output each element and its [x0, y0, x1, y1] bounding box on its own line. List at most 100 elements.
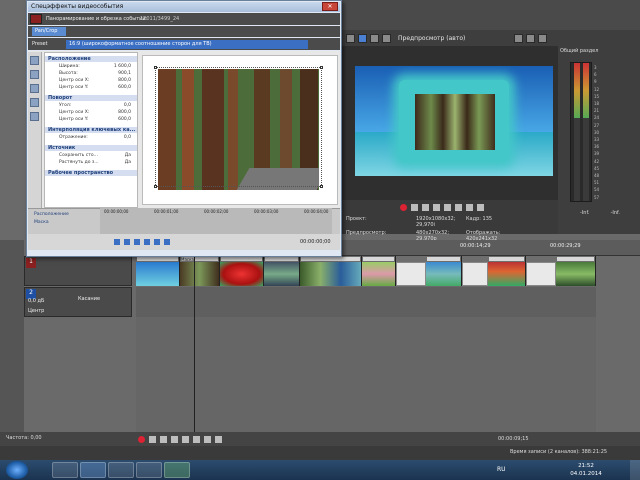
- property-section-header[interactable]: Источник: [45, 145, 137, 151]
- system-clock[interactable]: 21:52 04.01.2014: [566, 462, 606, 478]
- preset-dropdown[interactable]: 16:9 (широкоформатное соотношение сторон…: [66, 40, 308, 49]
- fx-chain-icon[interactable]: [30, 14, 42, 24]
- crop-handle[interactable]: [320, 185, 323, 188]
- delete-keyframe-button[interactable]: [144, 239, 150, 245]
- crop-handle[interactable]: [154, 66, 157, 69]
- property-row[interactable]: Угол: 0,0: [45, 103, 137, 109]
- pause-button[interactable]: [182, 435, 189, 443]
- audio-pan[interactable]: Центр: [28, 308, 44, 314]
- loop-button[interactable]: [411, 203, 418, 211]
- record-button[interactable]: [138, 435, 145, 443]
- property-row[interactable]: Центр оси Y: 600,0: [45, 85, 137, 91]
- media-player-taskbar-icon[interactable]: [80, 462, 106, 478]
- lock-aspect-icon[interactable]: [30, 84, 39, 93]
- property-value[interactable]: 800,0: [118, 78, 131, 84]
- video-clip[interactable]: [556, 256, 596, 286]
- grid-icon[interactable]: [538, 33, 548, 43]
- close-button[interactable]: ✕: [322, 2, 338, 11]
- property-row[interactable]: Центр оси X: 800,0: [45, 110, 137, 116]
- stop-button[interactable]: [455, 203, 462, 211]
- normal-edit-tool-icon[interactable]: [30, 56, 39, 65]
- crop-frame[interactable]: [154, 66, 323, 188]
- transition[interactable]: [462, 262, 488, 286]
- record-button[interactable]: [400, 203, 407, 211]
- video-clip[interactable]: [426, 256, 462, 286]
- crop-handle[interactable]: [320, 66, 323, 69]
- keyframe-ruler[interactable]: 00:00:00;00 00:00:01;00 00:00:02;00 00:00:0…: [100, 208, 332, 234]
- automation-mode-dropdown[interactable]: Касание: [78, 296, 100, 302]
- timeline-empty-area[interactable]: [136, 317, 596, 432]
- property-value[interactable]: 0,0: [124, 103, 131, 109]
- properties-icon[interactable]: [346, 33, 355, 43]
- add-keyframe-button[interactable]: [134, 239, 140, 245]
- go-end-button[interactable]: [215, 435, 222, 443]
- property-section-header[interactable]: Интерполяция ключевых ка...: [45, 127, 137, 133]
- property-row[interactable]: Высота: 900,1: [45, 71, 137, 77]
- snapshot-icon[interactable]: [514, 33, 524, 43]
- start-button[interactable]: [6, 461, 28, 479]
- tab-pan-crop[interactable]: Pan/Crop: [32, 27, 66, 36]
- play-button[interactable]: [433, 203, 440, 211]
- go-start-button[interactable]: [204, 435, 211, 443]
- property-value[interactable]: 600,0: [118, 85, 131, 91]
- video-clip[interactable]: Маска: [180, 256, 220, 286]
- show-properties-icon[interactable]: [30, 70, 39, 79]
- property-section-header[interactable]: Поворот: [45, 95, 137, 101]
- audio-track[interactable]: [136, 287, 596, 317]
- loop-button[interactable]: [149, 435, 156, 443]
- property-value[interactable]: Да: [125, 153, 131, 159]
- copy-snapshot-icon[interactable]: [526, 33, 536, 43]
- keyframe-row-mask[interactable]: Маска: [34, 220, 69, 225]
- property-value[interactable]: 1 600,0: [114, 64, 131, 70]
- property-section-header[interactable]: Расположение: [45, 56, 137, 62]
- external-monitor-icon[interactable]: [358, 33, 367, 43]
- property-row[interactable]: Центр оси Y: 600,0: [45, 117, 137, 123]
- video-clip[interactable]: [488, 256, 526, 286]
- play-button[interactable]: [171, 435, 178, 443]
- firefox-taskbar-icon[interactable]: [108, 462, 134, 478]
- property-value[interactable]: 0,0: [124, 135, 131, 141]
- property-value[interactable]: Да: [125, 160, 131, 166]
- video-track-header[interactable]: [24, 256, 132, 286]
- property-value[interactable]: 900,1: [118, 71, 131, 77]
- split-screen-icon[interactable]: [370, 33, 379, 43]
- property-section-header[interactable]: Рабочее пространство: [45, 170, 137, 176]
- next-frame-button[interactable]: [477, 203, 484, 211]
- explorer-taskbar-icon[interactable]: [52, 462, 78, 478]
- vegas-taskbar-icon[interactable]: [164, 462, 190, 478]
- property-row[interactable]: Растянуть до з... Да: [45, 160, 137, 166]
- preview-quality-dropdown[interactable]: Предпросмотр (авто): [398, 35, 465, 42]
- last-keyframe-button[interactable]: [164, 239, 170, 245]
- property-row[interactable]: Отражение: 0,0: [45, 135, 137, 141]
- prev-frame-button[interactable]: [466, 203, 473, 211]
- move-free-icon[interactable]: [30, 112, 39, 121]
- video-track[interactable]: Маска: [136, 256, 596, 286]
- pause-button[interactable]: [444, 203, 451, 211]
- prev-keyframe-button[interactable]: [124, 239, 130, 245]
- video-clip[interactable]: [220, 256, 264, 286]
- stop-button[interactable]: [193, 435, 200, 443]
- play-from-start-button[interactable]: [422, 203, 429, 211]
- game-taskbar-icon[interactable]: [136, 462, 162, 478]
- property-row[interactable]: Центр оси X: 800,0: [45, 78, 137, 84]
- language-indicator[interactable]: RU: [497, 466, 506, 473]
- keyframe-row-position[interactable]: Расположение: [34, 212, 69, 217]
- property-row[interactable]: Сохранить сто... Да: [45, 153, 137, 159]
- property-row[interactable]: Ширина: 1 600,0: [45, 64, 137, 70]
- overlay-icon[interactable]: [382, 33, 391, 43]
- transition[interactable]: [396, 262, 426, 286]
- show-desktop-button[interactable]: [630, 460, 640, 480]
- video-clip[interactable]: [136, 256, 180, 286]
- audio-volume[interactable]: 0,0 дБ: [28, 298, 44, 304]
- property-value[interactable]: 600,0: [118, 117, 131, 123]
- transition[interactable]: [526, 262, 556, 286]
- first-keyframe-button[interactable]: [114, 239, 120, 245]
- video-clip[interactable]: [300, 256, 362, 286]
- video-clip[interactable]: [362, 256, 396, 286]
- next-keyframe-button[interactable]: [154, 239, 160, 245]
- video-clip[interactable]: [264, 256, 300, 286]
- size-about-center-icon[interactable]: [30, 98, 39, 107]
- timeline-cursor[interactable]: [194, 256, 195, 432]
- crop-handle[interactable]: [154, 185, 157, 188]
- play-from-start-button[interactable]: [160, 435, 167, 443]
